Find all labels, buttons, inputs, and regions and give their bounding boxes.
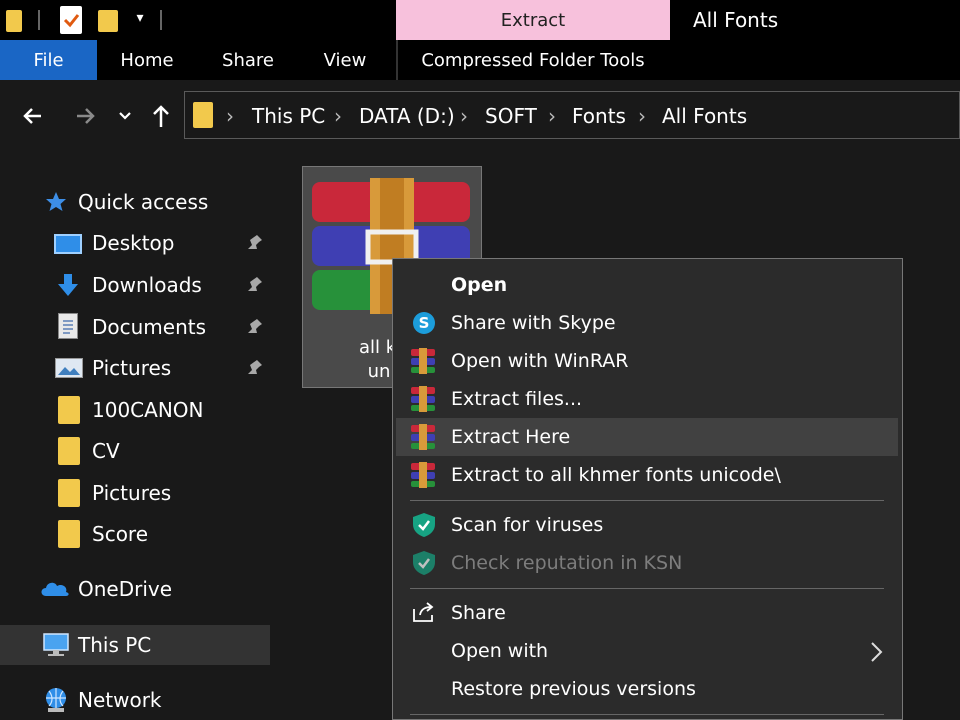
- document-icon: [58, 313, 78, 339]
- star-icon: [44, 190, 68, 214]
- folder-icon: [58, 396, 80, 424]
- tab-file[interactable]: File: [0, 40, 97, 80]
- folder-icon: [58, 437, 80, 465]
- menu-separator: [410, 714, 884, 715]
- pin-icon[interactable]: [246, 358, 264, 381]
- arrow-left-icon[interactable]: [18, 100, 48, 132]
- tab-home[interactable]: Home: [100, 40, 194, 80]
- breadcrumb-separator: ›: [334, 104, 342, 128]
- menu-item-label: Extract files...: [451, 388, 583, 410]
- network-icon: [42, 686, 70, 714]
- breadcrumb-separator: ›: [548, 104, 556, 128]
- pictures-icon: [55, 358, 83, 378]
- share-icon: [411, 600, 437, 624]
- desktop-icon: [54, 234, 82, 254]
- winrar-icon: [410, 462, 436, 488]
- skype-icon: S: [412, 311, 436, 335]
- winrar-icon: [410, 348, 436, 374]
- sidebar-item-cv[interactable]: [0, 430, 270, 470]
- chevron-down-icon[interactable]: [110, 100, 140, 132]
- sidebar-label: Downloads: [92, 273, 202, 297]
- svg-text:S: S: [419, 314, 430, 332]
- cloud-icon: [40, 578, 70, 598]
- sidebar-label: CV: [92, 439, 120, 463]
- menu-item-label: Check reputation in KSN: [451, 552, 683, 574]
- menu-item-label: Open with: [451, 640, 549, 662]
- pin-icon[interactable]: [246, 317, 264, 340]
- sidebar-label: Quick access: [78, 190, 209, 214]
- sidebar-label: Pictures: [92, 356, 172, 380]
- arrow-up-icon[interactable]: [146, 100, 176, 132]
- folder-icon: [58, 479, 80, 507]
- kaspersky-shield-icon: [412, 550, 436, 576]
- breadcrumb-separator: ›: [460, 104, 468, 128]
- properties-icon[interactable]: [60, 6, 82, 34]
- folder-icon: [58, 520, 80, 548]
- pin-icon[interactable]: [246, 233, 264, 256]
- arrow-right-icon[interactable]: [70, 100, 100, 132]
- folder-icon: [193, 102, 213, 128]
- window-title: All Fonts: [693, 8, 779, 32]
- tab-compressed-folder-tools[interactable]: Compressed Folder Tools: [398, 40, 668, 80]
- sidebar-label: Network: [78, 688, 162, 712]
- tab-view[interactable]: View: [300, 40, 390, 80]
- breadcrumb-data-d[interactable]: DATA (D:): [359, 104, 455, 128]
- new-folder-icon[interactable]: [98, 10, 118, 32]
- breadcrumb-separator: ›: [226, 104, 234, 128]
- sidebar-label: Pictures: [92, 481, 172, 505]
- menu-item-label: Restore previous versions: [451, 678, 696, 700]
- menu-item-label: Open with WinRAR: [451, 350, 629, 372]
- pin-icon[interactable]: [246, 275, 264, 298]
- qat-customize-icon[interactable]: ▾: [132, 10, 148, 30]
- menu-item-label: Scan for viruses: [451, 514, 604, 536]
- menu-item-label: Extract Here: [451, 426, 571, 448]
- menu-separator: [410, 588, 884, 589]
- sidebar-label: 100CANON: [92, 398, 204, 422]
- qat-separator: [160, 10, 162, 30]
- download-icon: [56, 272, 80, 298]
- breadcrumb-fonts[interactable]: Fonts: [572, 104, 626, 128]
- menu-item-label: Open: [451, 274, 508, 296]
- kaspersky-shield-icon: [412, 512, 436, 538]
- breadcrumb-soft[interactable]: SOFT: [485, 104, 537, 128]
- menu-item-label: Share: [451, 602, 506, 624]
- menu-separator: [410, 500, 884, 501]
- folder-icon[interactable]: [6, 10, 22, 32]
- winrar-icon: [410, 424, 436, 450]
- menu-item-label: Share with Skype: [451, 312, 616, 334]
- qat-separator: [38, 10, 40, 30]
- computer-icon: [42, 632, 70, 658]
- chevron-right-icon: [866, 640, 886, 664]
- breadcrumb-separator: ›: [638, 104, 646, 128]
- breadcrumb-this-pc[interactable]: This PC: [252, 104, 325, 128]
- sidebar-label: OneDrive: [78, 577, 173, 601]
- sidebar-label: Documents: [92, 315, 207, 339]
- sidebar-label: Score: [92, 522, 149, 546]
- tab-share[interactable]: Share: [200, 40, 296, 80]
- sidebar-label: Desktop: [92, 231, 175, 255]
- context-tab-extract[interactable]: Extract: [396, 0, 670, 40]
- menu-item-label: Extract to all khmer fonts unicode\: [451, 464, 781, 486]
- breadcrumb-all-fonts[interactable]: All Fonts: [662, 104, 747, 128]
- sidebar-label: This PC: [78, 633, 152, 657]
- winrar-icon: [410, 386, 436, 412]
